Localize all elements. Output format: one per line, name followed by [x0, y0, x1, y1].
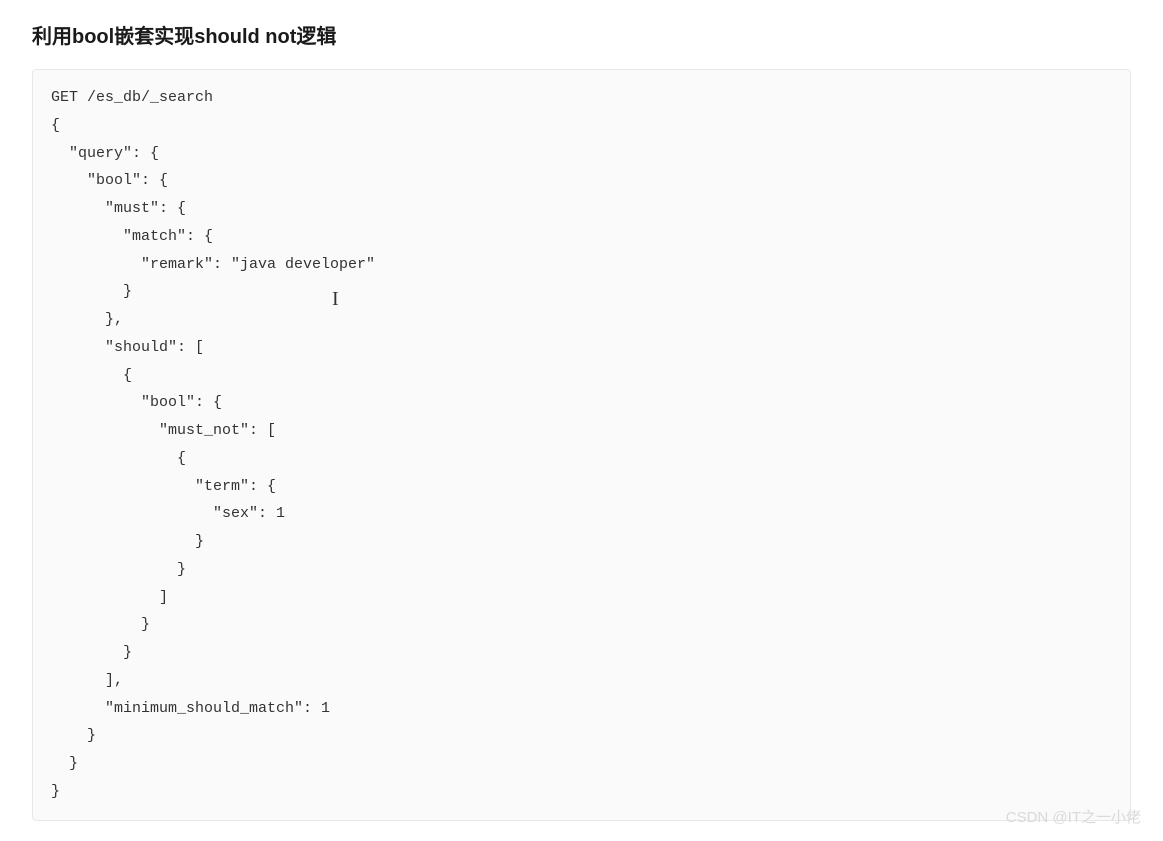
- code-block[interactable]: GET /es_db/_search { "query": { "bool": …: [32, 69, 1131, 821]
- section-heading: 利用bool嵌套实现should not逻辑: [32, 20, 1131, 49]
- text-cursor-icon: I: [332, 281, 339, 318]
- code-content: GET /es_db/_search { "query": { "bool": …: [51, 89, 375, 800]
